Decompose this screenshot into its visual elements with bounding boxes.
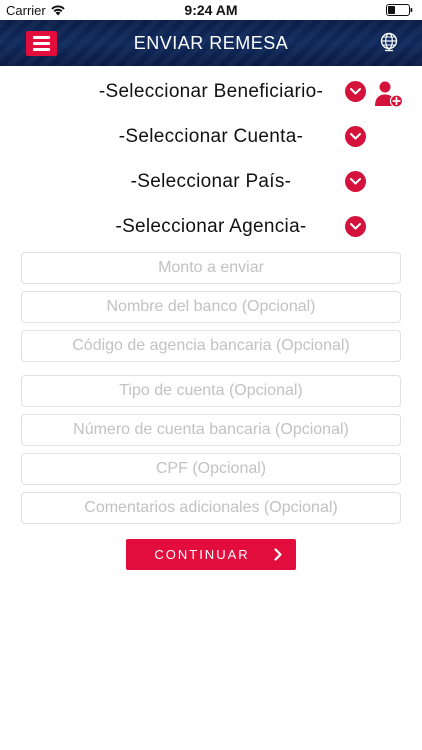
comments-input[interactable]: [21, 492, 401, 524]
amount-input[interactable]: [21, 252, 401, 284]
continue-button-label: CONTINUAR: [154, 547, 250, 562]
page-title: ENVIAR REMESA: [133, 33, 289, 53]
globe-icon: [380, 32, 398, 52]
language-globe-button[interactable]: [378, 31, 400, 53]
cpf-input[interactable]: [21, 453, 401, 485]
chevron-down-icon[interactable]: [345, 126, 366, 147]
account-number-input[interactable]: [21, 414, 401, 446]
bank-agency-code-input[interactable]: [21, 330, 401, 362]
app-header: ENVIAR REMESA: [0, 20, 422, 66]
bank-name-input[interactable]: [21, 291, 401, 323]
continue-button[interactable]: CONTINUAR: [126, 539, 296, 570]
chevron-right-icon: [274, 548, 282, 561]
clock-time: 9:24 AM: [184, 2, 238, 18]
chevron-down-icon[interactable]: [345, 216, 366, 237]
chevron-down-icon[interactable]: [345, 81, 366, 102]
battery-icon: [386, 4, 413, 16]
beneficiary-selector[interactable]: -Seleccionar Beneficiario-: [0, 76, 422, 108]
agency-selector[interactable]: -Seleccionar Agencia-: [0, 211, 422, 243]
add-beneficiary-icon[interactable]: [374, 80, 404, 108]
account-type-input[interactable]: [21, 375, 401, 407]
account-selector[interactable]: -Seleccionar Cuenta-: [0, 121, 422, 153]
status-bar: Carrier 9:24 AM: [0, 0, 422, 20]
chevron-down-icon[interactable]: [345, 171, 366, 192]
country-selector[interactable]: -Seleccionar País-: [0, 166, 422, 198]
